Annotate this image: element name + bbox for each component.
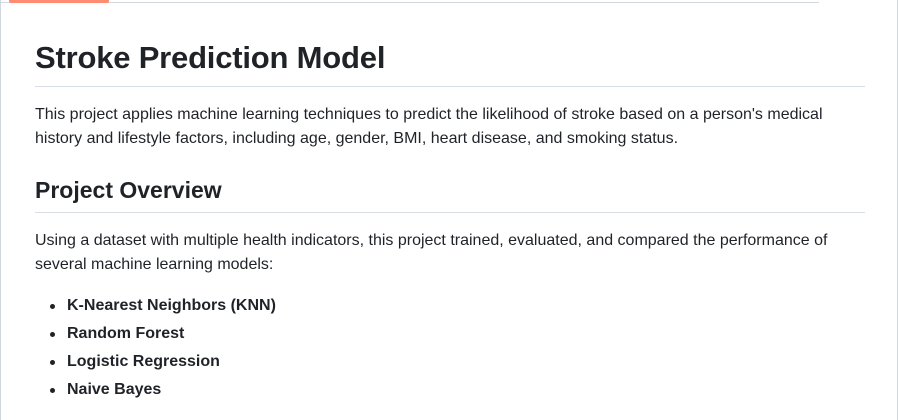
bullet-icon (50, 360, 55, 365)
model-name: K-Nearest Neighbors (KNN) (67, 297, 276, 314)
overview-paragraph: Using a dataset with multiple health ind… (35, 232, 828, 273)
intro-paragraph: This project applies machine learning te… (35, 106, 823, 147)
list-item: Random Forest (35, 320, 276, 348)
list-item: K-Nearest Neighbors (KNN) (35, 292, 276, 320)
model-name: Naive Bayes (67, 381, 162, 398)
page-title: Stroke Prediction Model (35, 40, 386, 75)
model-list: K-Nearest Neighbors (KNN) Random Forest … (35, 292, 276, 404)
bullet-icon (50, 332, 55, 337)
list-item: Logistic Regression (35, 348, 276, 376)
readme-frame: Stroke Prediction Model This project app… (0, 0, 898, 420)
list-item: Naive Bayes (35, 376, 276, 404)
title-divider (35, 86, 865, 87)
model-name: Random Forest (67, 325, 185, 342)
section-divider (35, 212, 865, 213)
bullet-icon (50, 304, 55, 309)
active-tab-indicator (9, 0, 109, 3)
model-name: Logistic Regression (67, 353, 220, 370)
tab-bar-divider (1, 2, 819, 3)
section-heading-project-overview: Project Overview (35, 177, 222, 203)
bullet-icon (50, 388, 55, 393)
